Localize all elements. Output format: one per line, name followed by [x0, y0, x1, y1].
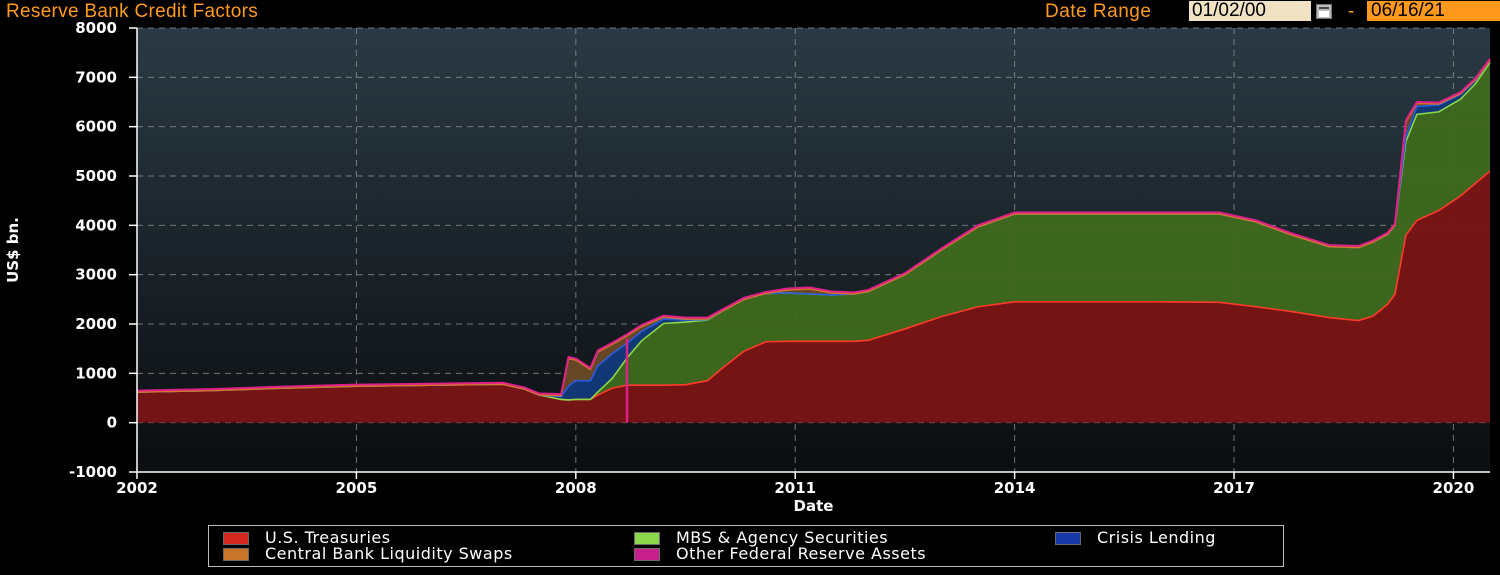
y-tick-label: 7000	[75, 68, 117, 86]
y-tick-label: 6000	[75, 118, 117, 136]
legend-swatch-other-assets	[634, 548, 660, 561]
legend-swatch-crisis-lending	[1055, 532, 1081, 545]
x-tick-label: 2005	[336, 479, 378, 497]
x-tick-label: 2002	[116, 479, 158, 497]
y-tick-label: 1000	[75, 364, 117, 382]
y-tick-label: 0	[107, 414, 117, 432]
legend-label-other-assets: Other Federal Reserve Assets	[676, 544, 927, 563]
y-tick-label: 3000	[75, 266, 117, 284]
y-tick-label: -1000	[69, 463, 117, 481]
legend-label-liquidity-swaps: Central Bank Liquidity Swaps	[265, 544, 513, 563]
y-tick-label: 4000	[75, 216, 117, 234]
y-tick-label: 8000	[75, 19, 117, 37]
y-tick-label: 5000	[75, 167, 117, 185]
y-tick-label: 2000	[75, 315, 117, 333]
legend: U.S. Treasuries MBS & Agency Securities …	[208, 525, 1284, 567]
x-tick-label: 2020	[1433, 479, 1475, 497]
x-tick-label: 2008	[555, 479, 597, 497]
legend-swatch-mbs	[634, 532, 660, 545]
x-tick-label: 2011	[774, 479, 816, 497]
chart: -1000 0 1000 2000 3000 4000 5000 6000 7000 8000 20…	[4, 19, 1491, 515]
legend-swatch-liquidity-swaps	[223, 548, 249, 561]
y-axis-label: US$ bn.	[4, 217, 22, 283]
legend-swatch-treasuries	[223, 532, 249, 545]
legend-label-crisis-lending: Crisis Lending	[1097, 528, 1216, 547]
x-tick-label: 2014	[994, 479, 1036, 497]
x-axis-label: Date	[794, 497, 834, 515]
x-tick-label: 2017	[1213, 479, 1255, 497]
